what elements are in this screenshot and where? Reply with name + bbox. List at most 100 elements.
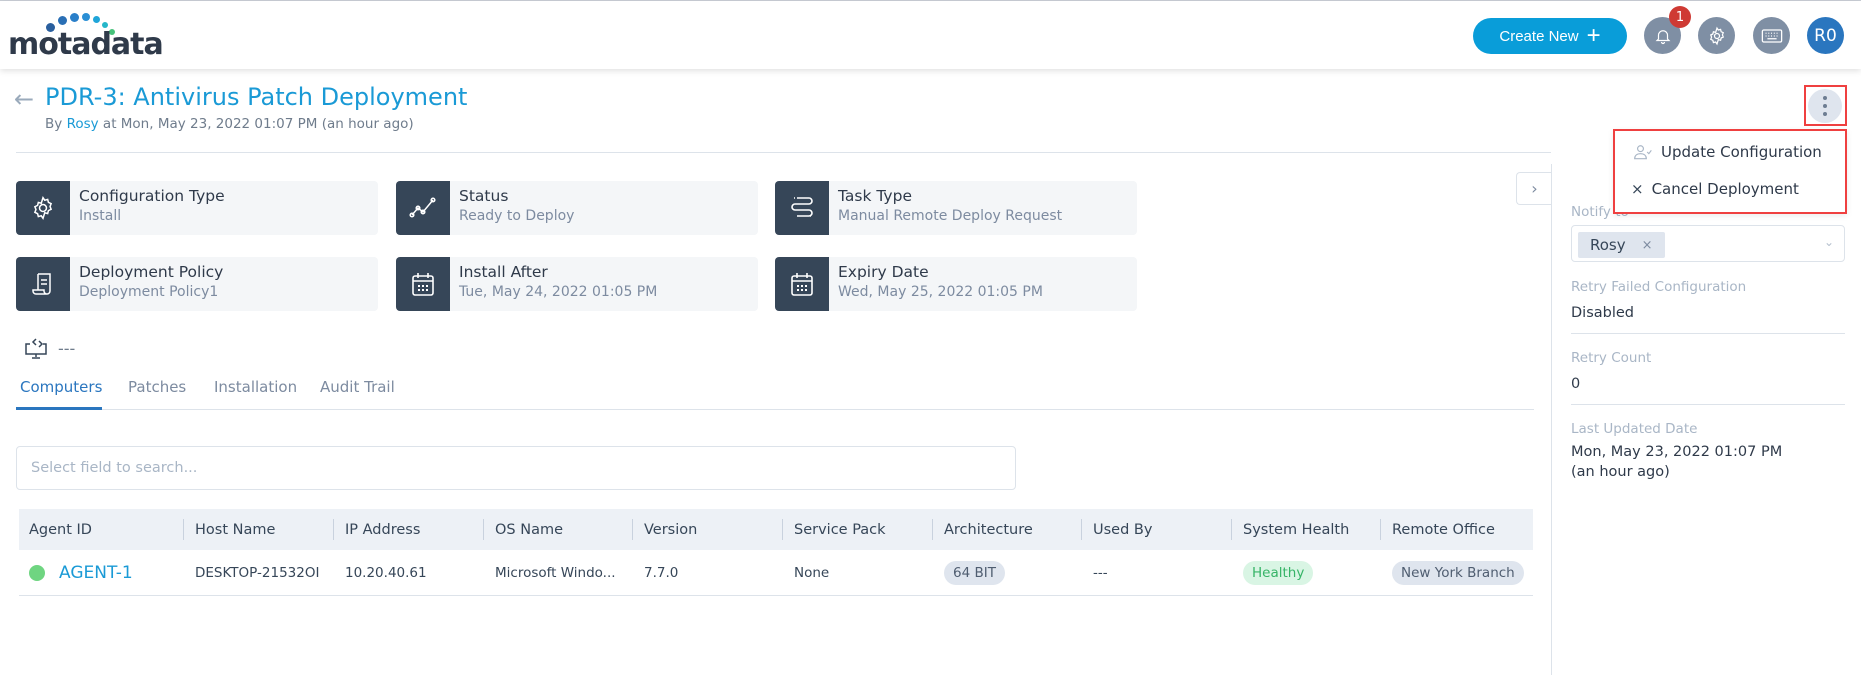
settings-button[interactable]: [1698, 17, 1735, 54]
search-input[interactable]: [16, 446, 1016, 490]
dot-icon: [1823, 96, 1827, 100]
column-header-used-by[interactable]: Used By: [1081, 509, 1152, 550]
panel-divider: [1571, 333, 1845, 334]
subtitle-suffix: at Mon, May 23, 2022 01:07 PM (an hour a…: [102, 116, 414, 132]
card-value: Manual Remote Deploy Request: [838, 208, 1063, 224]
info-card-status: Status Ready to Deploy: [396, 181, 758, 235]
card-value: Ready to Deploy: [459, 208, 575, 224]
active-tab-indicator: [16, 407, 102, 410]
version-cell: 7.7.0: [644, 564, 679, 581]
task-list-icon: [775, 181, 829, 235]
column-header-architecture[interactable]: Architecture: [932, 509, 1033, 550]
system-health-cell: Healthy: [1243, 550, 1314, 595]
card-label: Status: [459, 187, 509, 205]
right-panel-divider: [1551, 164, 1552, 675]
menu-item-label: Update Configuration: [1661, 143, 1822, 161]
column-header-os-name[interactable]: OS Name: [483, 509, 563, 550]
title-divider: [16, 152, 1551, 153]
gear-icon: [1709, 26, 1724, 45]
more-options-button[interactable]: [1808, 89, 1842, 123]
card-label: Deployment Policy: [79, 263, 224, 281]
remote-agent-value: ---: [58, 338, 76, 358]
card-label: Expiry Date: [838, 263, 929, 281]
info-card-install-after: Install After Tue, May 24, 2022 01:05 PM: [396, 257, 758, 311]
tab-computers[interactable]: Computers: [20, 378, 102, 396]
created-by-user-link[interactable]: Rosy: [67, 116, 99, 132]
last-updated-relative: (an hour ago): [1571, 464, 1670, 480]
column-header-host-name[interactable]: Host Name: [183, 509, 275, 550]
collapse-panel-button[interactable]: ›: [1516, 172, 1552, 205]
column-header-ip-address[interactable]: IP Address: [333, 509, 420, 550]
remote-office-cell: New York Branch: [1392, 550, 1524, 595]
ip-address-cell: 10.20.40.61: [345, 564, 427, 581]
agent-id-cell: AGENT-1: [29, 550, 133, 595]
bell-icon: [1655, 29, 1670, 44]
card-value: Wed, May 25, 2022 01:05 PM: [838, 284, 1043, 300]
plus-icon: +: [1586, 22, 1601, 49]
notify-to-select[interactable]: Rosy × ⌄: [1571, 225, 1845, 262]
table-row: AGENT-1 DESKTOP-21532OI 10.20.40.61 Micr…: [19, 550, 1533, 596]
column-header-service-pack[interactable]: Service Pack: [782, 509, 886, 550]
calendar-icon: [396, 257, 450, 311]
chevron-right-icon: ›: [1531, 179, 1538, 198]
chevron-down-icon[interactable]: ⌄: [1824, 235, 1834, 249]
more-options-dropdown: Update Configuration × Cancel Deployment: [1613, 129, 1847, 214]
create-new-button[interactable]: Create New +: [1473, 18, 1627, 54]
keyboard-icon: [1761, 28, 1782, 43]
remote-office-pill: New York Branch: [1392, 560, 1524, 585]
host-name-cell: DESKTOP-21532OI: [195, 564, 320, 581]
card-label: Install After: [459, 263, 548, 281]
retry-failed-label: Retry Failed Configuration: [1571, 279, 1747, 295]
page-subtitle: By Rosy at Mon, May 23, 2022 01:07 PM (a…: [45, 116, 414, 132]
notification-count-badge: 1: [1669, 6, 1691, 28]
motadata-logo[interactable]: motadata: [8, 13, 164, 62]
info-card-expiry-date: Expiry Date Wed, May 25, 2022 01:05 PM: [775, 257, 1137, 311]
notify-chip-label: Rosy: [1590, 236, 1626, 254]
retry-count-label: Retry Count: [1571, 350, 1652, 366]
service-pack-cell: None: [794, 564, 830, 581]
column-header-agent-id[interactable]: Agent ID: [29, 509, 92, 550]
user-avatar[interactable]: R0: [1807, 17, 1844, 54]
detail-tabs: Computers Patches Installation Audit Tra…: [16, 373, 1534, 410]
page-title: PDR-3: Antivirus Patch Deployment: [45, 83, 468, 111]
app-root: motadata Create New + 1 R0 ← PDR-3: Anti…: [0, 0, 1861, 675]
tab-audit-trail[interactable]: Audit Trail: [320, 378, 395, 396]
agent-status-dot: [29, 564, 45, 581]
gear-icon: [16, 181, 70, 235]
menu-item-update-configuration[interactable]: Update Configuration: [1633, 143, 1822, 161]
keyboard-shortcuts-button[interactable]: [1753, 17, 1790, 54]
menu-item-cancel-deployment[interactable]: × Cancel Deployment: [1631, 180, 1799, 198]
last-updated-value: Mon, May 23, 2022 01:07 PM: [1571, 444, 1783, 460]
close-icon: ×: [1631, 180, 1644, 198]
column-header-version[interactable]: Version: [632, 509, 697, 550]
subtitle-prefix: By: [45, 116, 63, 132]
agent-id-link[interactable]: AGENT-1: [59, 563, 133, 583]
arrow-left-icon[interactable]: ←: [14, 85, 34, 113]
card-value: Install: [79, 208, 122, 224]
info-card-deployment-policy: Deployment Policy Deployment Policy1: [16, 257, 378, 311]
column-header-remote-office[interactable]: Remote Office: [1380, 509, 1495, 550]
architecture-cell: 64 BIT: [944, 550, 1005, 595]
system-health-badge: Healthy: [1243, 560, 1314, 585]
table-header: Agent ID Host Name IP Address OS Name Ve…: [19, 509, 1533, 550]
menu-item-label: Cancel Deployment: [1651, 180, 1799, 198]
last-updated-label: Last Updated Date: [1571, 421, 1698, 437]
calendar-icon: [775, 257, 829, 311]
remote-desktop-icon: [25, 338, 47, 359]
column-header-system-health[interactable]: System Health: [1231, 509, 1349, 550]
remove-chip-icon[interactable]: ×: [1642, 238, 1653, 253]
remote-agent-info: ---: [24, 336, 75, 360]
tab-installation[interactable]: Installation: [214, 378, 297, 396]
used-by-cell: ---: [1093, 564, 1108, 581]
notify-chip: Rosy ×: [1578, 232, 1665, 258]
info-card-task-type: Task Type Manual Remote Deploy Request: [775, 181, 1137, 235]
chart-line-icon: [396, 181, 450, 235]
top-header: motadata Create New + 1 R0: [0, 1, 1861, 69]
card-label: Task Type: [838, 187, 912, 205]
logo-text: motadata: [8, 27, 164, 62]
computers-table: Agent ID Host Name IP Address OS Name Ve…: [19, 509, 1533, 596]
tab-patches[interactable]: Patches: [128, 378, 186, 396]
card-value: Tue, May 24, 2022 01:05 PM: [459, 284, 658, 300]
scroll-icon: [16, 257, 70, 311]
retry-count-value: 0: [1571, 376, 1581, 392]
